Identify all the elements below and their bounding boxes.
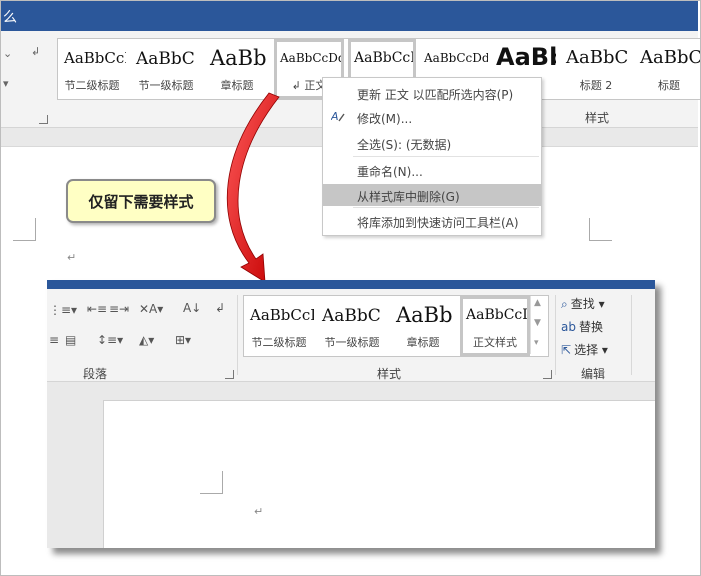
style-item-normal[interactable]: AaBbCcI 正文样式: [460, 296, 530, 356]
increase-indent-icon[interactable]: ≡⇥: [109, 302, 129, 316]
style-preview: AaBbC: [322, 306, 381, 326]
document-area: ↵: [47, 382, 655, 548]
select-button[interactable]: ⇱ 选择 ▾: [561, 341, 608, 358]
show-marks-icon[interactable]: ↲: [215, 301, 225, 315]
group-separator: [237, 295, 238, 375]
title-bar: [47, 280, 655, 289]
shading-icon[interactable]: ◭▾: [139, 333, 154, 347]
style-preview: AaBbCcDd: [250, 306, 314, 324]
scroll-up-icon[interactable]: ▲: [534, 298, 541, 308]
page-corner-mark: [200, 471, 223, 494]
ribbon-bottom: ⋮≡▾ ⇤≡ ≡⇥ ✕A▾ A↓ ↲ ≡ ▤ ↕≡▾ ◭▾ ⊞▾ 段落 AaBb…: [47, 289, 655, 382]
chinese-layout-icon[interactable]: ✕A▾: [139, 302, 163, 316]
style-preview: AaBbCcI: [466, 307, 528, 323]
paragraph-dialog-launcher[interactable]: [225, 370, 234, 379]
style-caption: 节二级标题: [251, 336, 307, 349]
document-page[interactable]: ↵: [103, 400, 655, 548]
style-preview: AaBb: [396, 303, 453, 327]
cursor-icon: ⇱: [561, 343, 572, 357]
borders-icon[interactable]: ⊞▾: [175, 333, 191, 347]
decrease-indent-icon[interactable]: ⇤≡: [87, 302, 107, 316]
line-spacing-icon[interactable]: ↕≡▾: [97, 333, 123, 347]
replace-icon: ab: [561, 320, 576, 334]
style-caption: 正文样式: [473, 336, 517, 349]
style-item[interactable]: AaBbCcDd 节二级标题: [244, 296, 314, 356]
group-separator: [631, 295, 632, 375]
search-icon: ⌕: [561, 297, 568, 311]
callout-box: 仅留下需要样式: [66, 179, 216, 223]
callout-text: 仅留下需要样式: [88, 193, 194, 211]
paragraph-mark: ↵: [254, 505, 264, 518]
style-item[interactable]: AaBbC 节一级标题: [316, 296, 388, 356]
find-button[interactable]: ⌕ 查找 ▾: [561, 295, 605, 312]
style-item[interactable]: AaBb 章标题: [390, 296, 456, 356]
tutorial-figure: 么 ⌄ ↲ ▾ AaBbCcDd 节二级标题 AaBbC 节一级标题 AaBb …: [0, 0, 701, 576]
gallery-scroll: ▲ ▼ ▾: [530, 296, 547, 354]
justify-icon[interactable]: ≡: [49, 333, 59, 347]
styles-gallery: AaBbCcDd 节二级标题 AaBbC 节一级标题 AaBb 章标题 AaBb…: [243, 295, 549, 357]
multilevel-list-icon[interactable]: ⋮≡▾: [49, 303, 77, 317]
editing-group-label: 编辑: [581, 367, 606, 381]
paragraph-group-label: 段落: [83, 367, 108, 381]
styles-dialog-launcher[interactable]: [543, 370, 552, 379]
result-screenshot: ⋮≡▾ ⇤≡ ≡⇥ ✕A▾ A↓ ↲ ≡ ▤ ↕≡▾ ◭▾ ⊞▾ 段落 AaBb…: [47, 280, 655, 548]
replace-button[interactable]: ab 替换: [561, 318, 603, 335]
style-caption: 节一级标题: [324, 336, 380, 349]
gallery-more-icon[interactable]: ▾: [534, 338, 539, 348]
distributed-icon[interactable]: ▤: [65, 333, 76, 347]
sort-icon[interactable]: A↓: [183, 301, 201, 315]
scroll-down-icon[interactable]: ▼: [534, 318, 541, 328]
style-caption: 章标题: [406, 336, 440, 349]
group-separator: [555, 295, 556, 375]
styles-group-label: 样式: [377, 367, 402, 381]
